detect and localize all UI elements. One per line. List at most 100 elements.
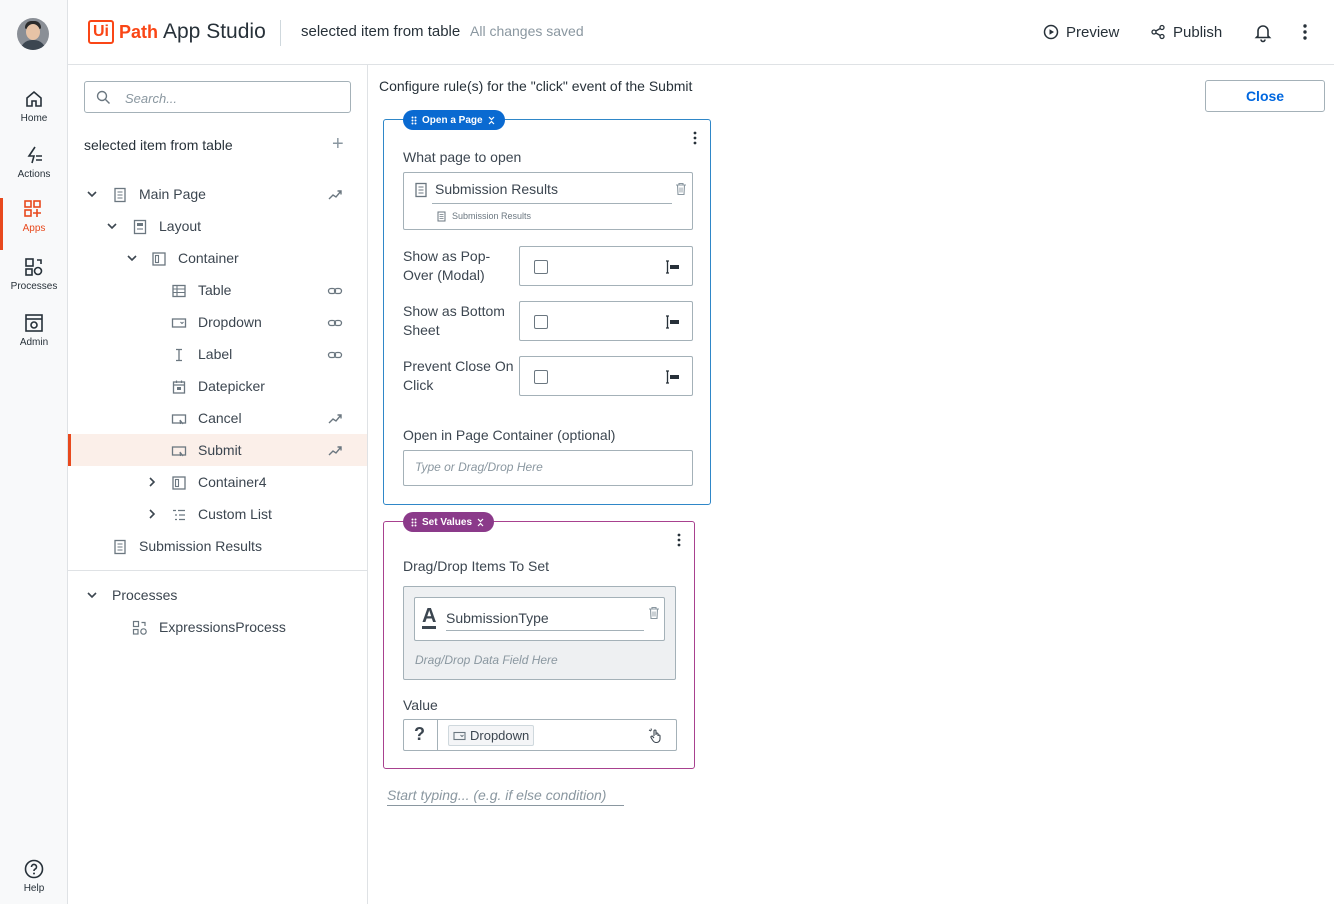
user-avatar[interactable] <box>17 18 49 50</box>
tree-node-table[interactable]: Table <box>68 274 367 306</box>
trend-icon[interactable] <box>327 411 343 427</box>
chevron-down-icon[interactable] <box>105 219 119 233</box>
publish-button[interactable]: Publish <box>1150 20 1222 44</box>
more-vertical-icon[interactable] <box>1293 20 1317 44</box>
link-icon[interactable] <box>327 315 343 331</box>
bind-expression-icon[interactable] <box>664 369 680 385</box>
close-button[interactable]: Close <box>1205 80 1325 112</box>
pointer-hand-icon[interactable] <box>648 728 664 744</box>
trash-icon[interactable] <box>675 182 687 196</box>
value-field[interactable]: ? Dropdown <box>403 719 677 751</box>
tree-node-custom-list[interactable]: Custom List <box>68 498 367 530</box>
tree-node-container4[interactable]: Container4 <box>68 466 367 498</box>
chevron-down-icon[interactable] <box>85 588 99 602</box>
preview-label: Preview <box>1066 23 1120 41</box>
open-page-pill[interactable]: Open a Page <box>403 110 505 130</box>
nav-item-home[interactable]: Home <box>0 88 68 140</box>
tree-node-dropdown[interactable]: Dropdown <box>68 306 367 338</box>
tree-app-title: selected item from table <box>84 137 233 153</box>
page-container-input[interactable] <box>415 460 675 474</box>
list-icon <box>173 509 185 521</box>
uipath-logo-path: Path <box>119 22 159 42</box>
add-page-button[interactable]: + <box>332 134 344 154</box>
search-input[interactable] <box>125 88 335 108</box>
page-selector[interactable]: Submission Results Submission Results <box>403 172 693 230</box>
nav-item-label: Processes <box>10 281 58 292</box>
publish-label: Publish <box>1173 23 1223 41</box>
trend-icon[interactable] <box>327 443 343 459</box>
processes-icon <box>25 258 43 276</box>
tree-node-label: Dropdown <box>198 314 262 330</box>
nav-item-processes[interactable]: Processes <box>0 256 68 308</box>
chevron-right-icon[interactable] <box>145 475 159 489</box>
popover-label: Show as Pop-Over (Modal) <box>403 248 491 283</box>
tree-node-layout[interactable]: Layout <box>68 210 367 242</box>
set-item-underline <box>446 630 644 631</box>
drag-handle-icon[interactable] <box>411 518 417 527</box>
play-circle-icon <box>1043 24 1059 40</box>
left-nav: Home Actions Apps Processes Admin Help <box>0 0 68 904</box>
page-container-field[interactable] <box>403 450 693 486</box>
tree-node-processes[interactable]: Processes <box>68 579 367 611</box>
tree-node-submission-results[interactable]: Submission Results <box>68 530 367 562</box>
tree-node-label-control[interactable]: Label <box>68 338 367 370</box>
value-label: Value <box>403 697 438 713</box>
tree-search[interactable] <box>84 81 351 113</box>
bottom-sheet-checkbox[interactable] <box>534 315 548 329</box>
tree-node-submit[interactable]: Submit <box>68 434 367 466</box>
rule-typing-input[interactable]: Start typing... (e.g. if else condition) <box>387 787 624 806</box>
dropzone-hint: Drag/Drop Data Field Here <box>415 653 558 667</box>
set-values-pill-label: Set Values <box>422 516 473 528</box>
tree-node-label: Submission Results <box>139 538 262 554</box>
nav-item-label: Home <box>20 113 48 124</box>
tree-node-label: Table <box>198 282 232 298</box>
nav-item-label: Help <box>23 883 45 894</box>
actions-icon <box>27 146 42 164</box>
app-name[interactable]: selected item from table <box>301 23 460 40</box>
chevron-right-icon[interactable] <box>145 507 159 521</box>
bind-expression-icon[interactable] <box>664 259 680 275</box>
tree-node-label: Main Page <box>139 186 206 202</box>
tree-node-main-page[interactable]: Main Page <box>68 178 367 210</box>
tree-node-datepicker[interactable]: Datepicker <box>68 370 367 402</box>
bind-expression-icon[interactable] <box>664 314 680 330</box>
chevron-down-icon[interactable] <box>125 251 139 265</box>
trash-icon[interactable] <box>648 606 660 620</box>
set-item-value: SubmissionType <box>446 610 549 626</box>
nav-item-help[interactable]: Help <box>0 858 68 910</box>
collapse-icon[interactable] <box>488 116 495 125</box>
bottom-sheet-option <box>519 301 693 341</box>
search-icon <box>96 90 110 104</box>
items-to-set-dropzone[interactable]: A SubmissionType Drag/Drop Data Field He… <box>403 586 676 680</box>
drag-handle-icon[interactable] <box>411 116 417 125</box>
tree-node-label: Cancel <box>198 410 242 426</box>
set-values-pill[interactable]: Set Values <box>403 512 495 532</box>
value-chip[interactable]: Dropdown <box>448 725 535 746</box>
apps-icon <box>24 200 41 217</box>
bell-icon[interactable] <box>1251 20 1275 44</box>
card-menu-icon[interactable] <box>693 131 697 145</box>
tree-node-label: Container <box>178 250 239 266</box>
dropdown-icon <box>171 318 187 328</box>
expression-type-button[interactable]: ? <box>414 724 425 745</box>
nav-item-actions[interactable]: Actions <box>0 144 68 196</box>
tree-node-expressions-process[interactable]: ExpressionsProcess <box>68 611 367 643</box>
button-control-icon <box>171 414 187 425</box>
collapse-icon[interactable] <box>477 518 484 527</box>
tree-node-container[interactable]: Container <box>68 242 367 274</box>
tree-node-label: Layout <box>159 218 202 234</box>
nav-item-apps[interactable]: Apps <box>0 198 68 250</box>
header-divider <box>280 20 281 46</box>
tree-node-cancel[interactable]: Cancel <box>68 402 367 434</box>
link-icon[interactable] <box>327 347 343 363</box>
nav-item-admin[interactable]: Admin <box>0 312 68 364</box>
preview-button[interactable]: Preview <box>1043 20 1119 44</box>
popover-checkbox[interactable] <box>534 260 548 274</box>
tree-node-label: Processes <box>112 587 178 603</box>
link-icon[interactable] <box>327 283 343 299</box>
chevron-down-icon[interactable] <box>85 187 99 201</box>
set-item[interactable]: A SubmissionType <box>414 597 665 641</box>
card-menu-icon[interactable] <box>677 533 681 547</box>
trend-icon[interactable] <box>327 187 343 203</box>
prevent-close-checkbox[interactable] <box>534 370 548 384</box>
